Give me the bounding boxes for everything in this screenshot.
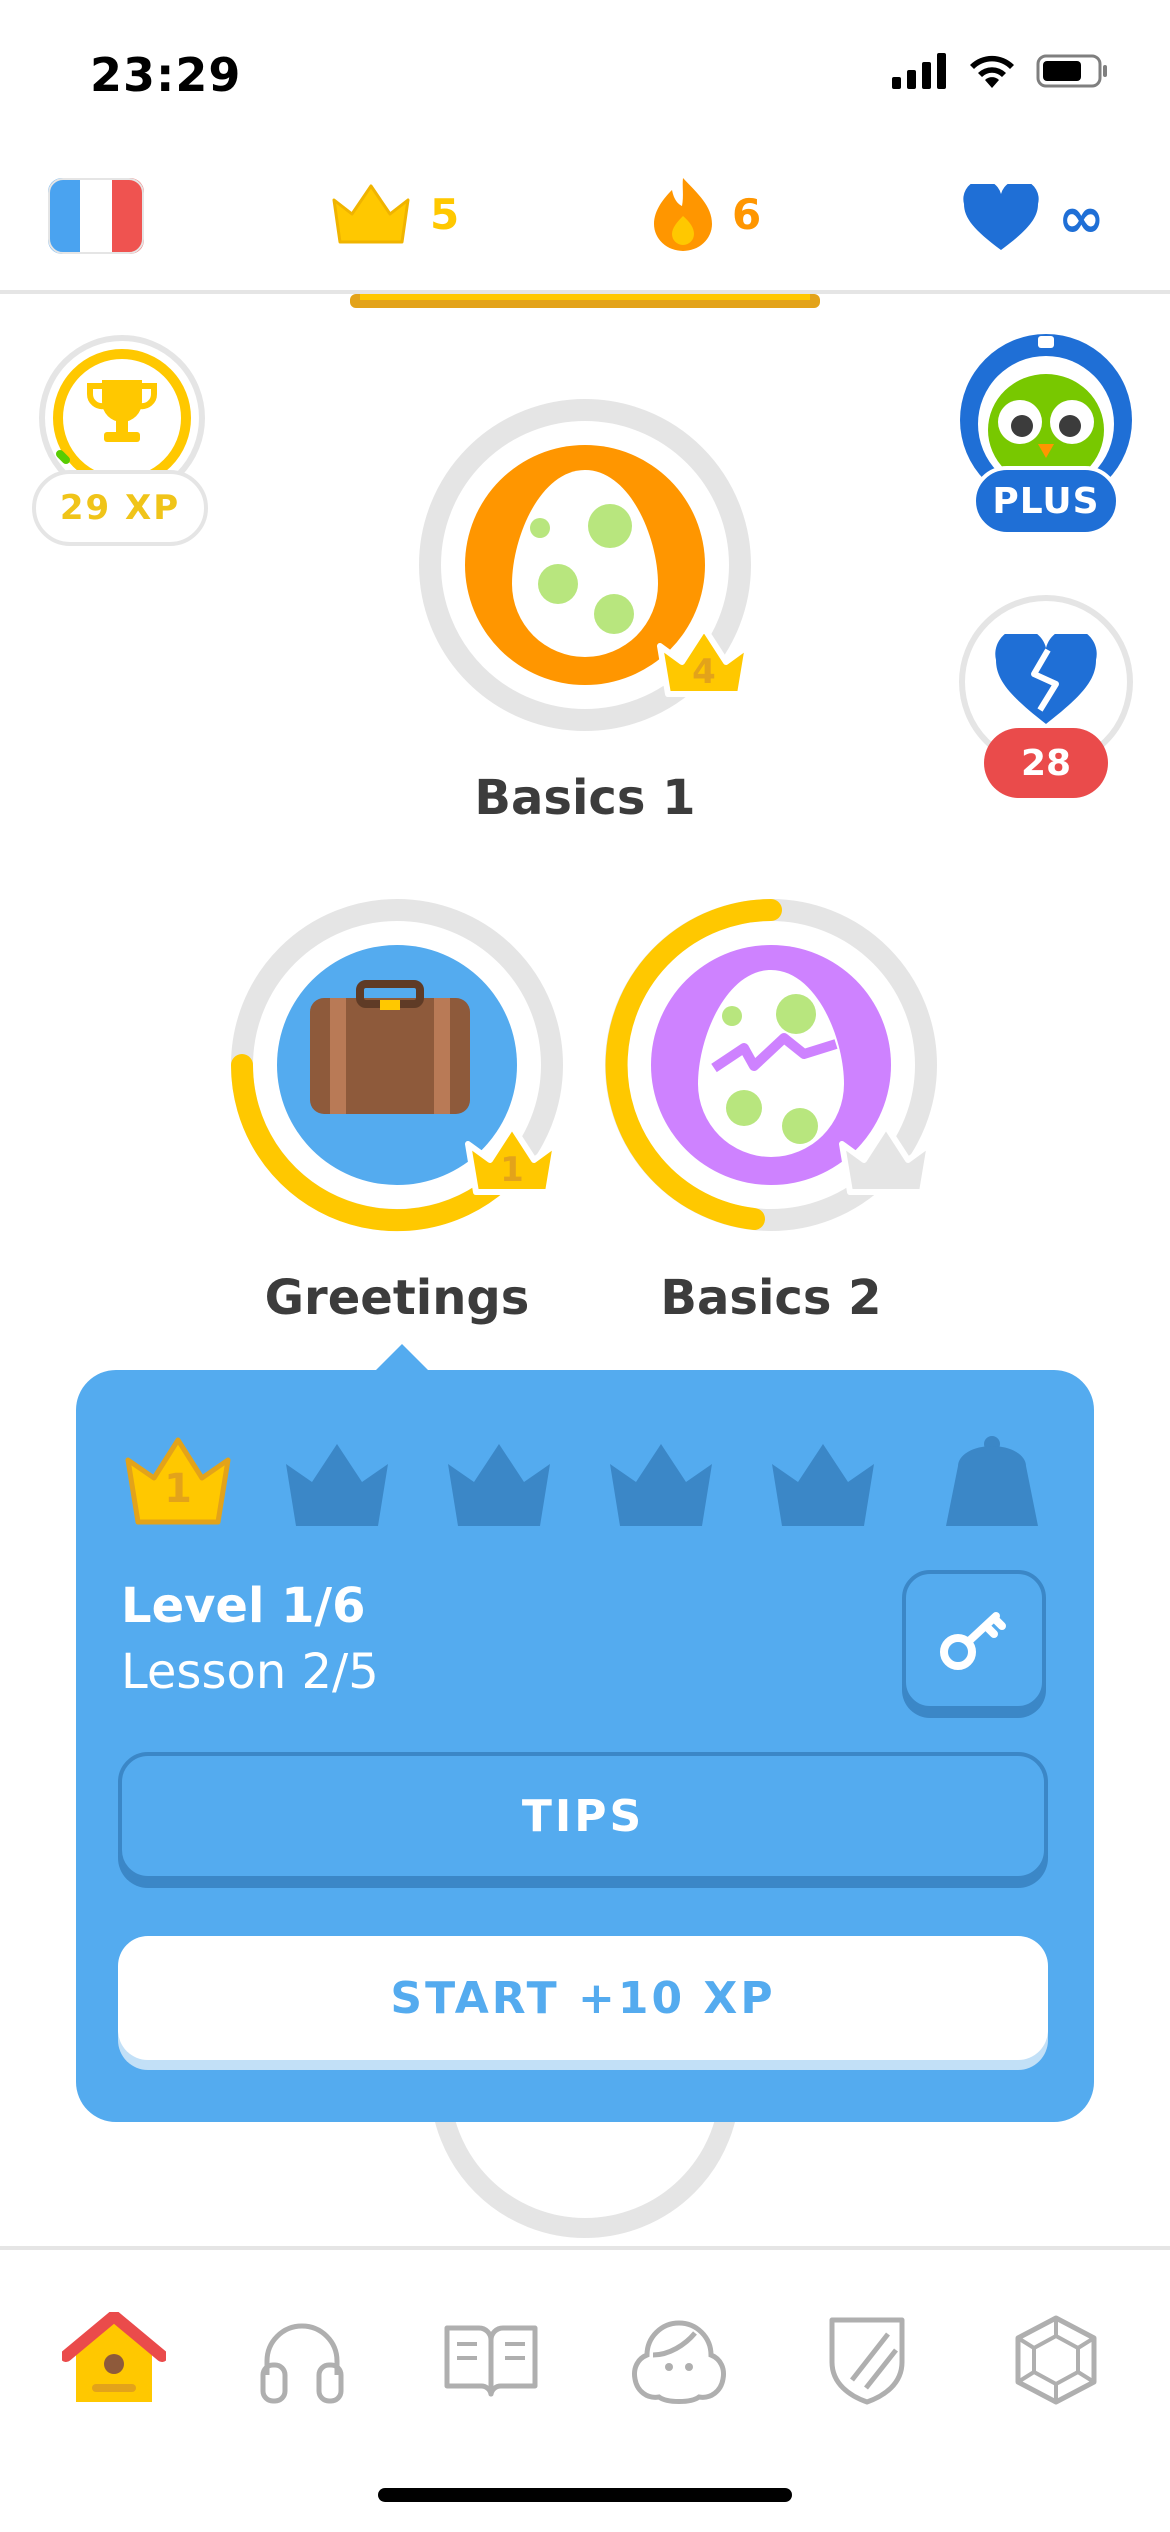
bottom-nav [0, 2250, 1170, 2470]
chest-edge [350, 294, 820, 314]
lesson-text: Lesson 2/5 [121, 1644, 379, 1700]
nav-home[interactable] [54, 2300, 174, 2420]
crown-icon [332, 184, 410, 244]
flame-icon [654, 178, 712, 251]
chest-icon [350, 294, 820, 308]
plus-label: PLUS [972, 466, 1120, 536]
nav-stories[interactable] [242, 2300, 362, 2420]
skill-popover: 1 Level 1/6 Lesson 2/5 TIPS START +10 XP [76, 1370, 1094, 2122]
signal-icon [892, 53, 946, 89]
status-icons [892, 52, 1110, 90]
status-time: 23:29 [90, 48, 242, 102]
broken-heart-icon [995, 634, 1097, 724]
crown-level-3-icon [448, 1444, 550, 1526]
skill-basics-2-label: Basics 2 [660, 1270, 882, 1326]
nav-shop[interactable] [996, 2300, 1116, 2420]
shield-icon [829, 2317, 905, 2405]
crown-level-5-icon [772, 1444, 874, 1526]
french-flag-icon [48, 178, 144, 254]
streak-count: 6 [732, 189, 762, 239]
home-icon [62, 2312, 167, 2402]
start-lesson-button[interactable]: START +10 XP [118, 1936, 1048, 2060]
crown-empty-icon [839, 1123, 933, 1195]
profile-icon [632, 2320, 727, 2404]
home-indicator [378, 2488, 792, 2502]
crown-level-row: 1 [122, 1432, 1052, 1532]
hearts-stat[interactable]: ∞ [962, 184, 1105, 252]
legendary-crown-icon [946, 1436, 1038, 1526]
skill-basics-1-label: Basics 1 [474, 770, 696, 826]
skill-greetings[interactable]: 1 [230, 898, 564, 1232]
key-icon [940, 1612, 1006, 1670]
battery-icon [1036, 54, 1107, 88]
language-flag[interactable] [48, 178, 144, 258]
top-bar: 5 6 ∞ [0, 160, 1170, 290]
broken-hearts-count: 28 [984, 728, 1108, 798]
nav-leaderboard[interactable] [807, 2300, 927, 2420]
gem-icon [1015, 2315, 1097, 2405]
skill-basics-2[interactable] [604, 898, 938, 1232]
test-out-key-button[interactable] [902, 1570, 1046, 1710]
hearts-count: ∞ [1058, 185, 1105, 251]
greetings-crown-level: 1 [500, 1150, 524, 1190]
heart-icon [963, 184, 1039, 250]
plus-badge[interactable]: PLUS [958, 332, 1134, 542]
skill-basics-1[interactable]: 4 [418, 398, 752, 732]
popover-crown-level: 1 [164, 1466, 192, 1512]
skill-greetings-label: Greetings [264, 1270, 530, 1326]
trophy-icon [86, 380, 158, 442]
crown-level-2-icon [286, 1444, 388, 1526]
xp-label: 29 XP [32, 470, 208, 546]
book-icon [444, 2325, 538, 2397]
crown-level-4-icon [610, 1444, 712, 1526]
crowns-stat[interactable]: 5 [330, 180, 459, 248]
crowns-count: 5 [430, 189, 460, 239]
nav-profile[interactable] [619, 2300, 739, 2420]
level-text: Level 1/6 [121, 1578, 366, 1634]
broken-hearts-badge[interactable]: 28 [958, 594, 1134, 804]
nav-learn[interactable] [431, 2300, 551, 2420]
basics-1-crown-level: 4 [692, 652, 716, 692]
xp-badge[interactable]: 29 XP [32, 330, 212, 550]
headphones-icon [260, 2323, 344, 2404]
tips-button[interactable]: TIPS [118, 1752, 1048, 1880]
wifi-icon [970, 55, 1014, 88]
streak-stat[interactable]: 6 [652, 176, 761, 252]
